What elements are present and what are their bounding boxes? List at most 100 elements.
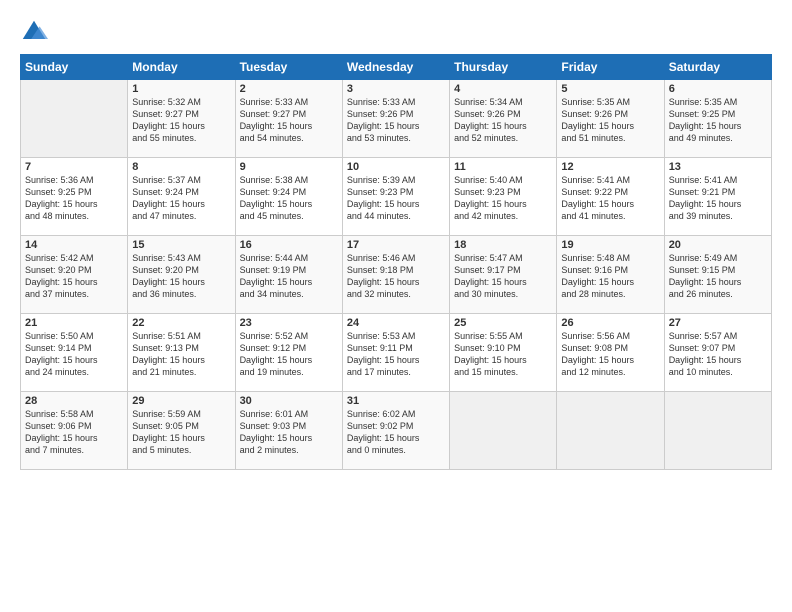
day-cell: 31Sunrise: 6:02 AMSunset: 9:02 PMDayligh… bbox=[342, 392, 449, 470]
day-info: Sunrise: 5:52 AMSunset: 9:12 PMDaylight:… bbox=[240, 330, 338, 379]
day-cell: 8Sunrise: 5:37 AMSunset: 9:24 PMDaylight… bbox=[128, 158, 235, 236]
day-info: Sunrise: 5:36 AMSunset: 9:25 PMDaylight:… bbox=[25, 174, 123, 223]
day-info: Sunrise: 6:02 AMSunset: 9:02 PMDaylight:… bbox=[347, 408, 445, 457]
day-number: 20 bbox=[669, 239, 767, 251]
week-row-2: 14Sunrise: 5:42 AMSunset: 9:20 PMDayligh… bbox=[21, 236, 772, 314]
day-number: 15 bbox=[132, 239, 230, 251]
day-cell: 21Sunrise: 5:50 AMSunset: 9:14 PMDayligh… bbox=[21, 314, 128, 392]
day-number: 16 bbox=[240, 239, 338, 251]
day-number: 2 bbox=[240, 83, 338, 95]
day-info: Sunrise: 5:53 AMSunset: 9:11 PMDaylight:… bbox=[347, 330, 445, 379]
week-row-3: 21Sunrise: 5:50 AMSunset: 9:14 PMDayligh… bbox=[21, 314, 772, 392]
logo-icon bbox=[20, 18, 48, 46]
day-number: 27 bbox=[669, 317, 767, 329]
day-info: Sunrise: 5:48 AMSunset: 9:16 PMDaylight:… bbox=[561, 252, 659, 301]
calendar-table: SundayMondayTuesdayWednesdayThursdayFrid… bbox=[20, 54, 772, 470]
day-number: 28 bbox=[25, 395, 123, 407]
header bbox=[20, 18, 772, 46]
col-header-thursday: Thursday bbox=[450, 55, 557, 80]
day-number: 23 bbox=[240, 317, 338, 329]
day-number: 10 bbox=[347, 161, 445, 173]
col-header-wednesday: Wednesday bbox=[342, 55, 449, 80]
day-number: 12 bbox=[561, 161, 659, 173]
day-cell: 7Sunrise: 5:36 AMSunset: 9:25 PMDaylight… bbox=[21, 158, 128, 236]
day-cell: 16Sunrise: 5:44 AMSunset: 9:19 PMDayligh… bbox=[235, 236, 342, 314]
day-info: Sunrise: 5:40 AMSunset: 9:23 PMDaylight:… bbox=[454, 174, 552, 223]
day-cell: 18Sunrise: 5:47 AMSunset: 9:17 PMDayligh… bbox=[450, 236, 557, 314]
day-info: Sunrise: 5:37 AMSunset: 9:24 PMDaylight:… bbox=[132, 174, 230, 223]
day-cell bbox=[450, 392, 557, 470]
day-info: Sunrise: 5:59 AMSunset: 9:05 PMDaylight:… bbox=[132, 408, 230, 457]
day-number: 31 bbox=[347, 395, 445, 407]
day-info: Sunrise: 5:50 AMSunset: 9:14 PMDaylight:… bbox=[25, 330, 123, 379]
day-number: 18 bbox=[454, 239, 552, 251]
day-number: 7 bbox=[25, 161, 123, 173]
col-header-sunday: Sunday bbox=[21, 55, 128, 80]
day-number: 1 bbox=[132, 83, 230, 95]
col-header-monday: Monday bbox=[128, 55, 235, 80]
day-cell: 25Sunrise: 5:55 AMSunset: 9:10 PMDayligh… bbox=[450, 314, 557, 392]
day-info: Sunrise: 5:47 AMSunset: 9:17 PMDaylight:… bbox=[454, 252, 552, 301]
week-row-4: 28Sunrise: 5:58 AMSunset: 9:06 PMDayligh… bbox=[21, 392, 772, 470]
day-number: 8 bbox=[132, 161, 230, 173]
day-cell: 11Sunrise: 5:40 AMSunset: 9:23 PMDayligh… bbox=[450, 158, 557, 236]
day-number: 6 bbox=[669, 83, 767, 95]
day-cell: 28Sunrise: 5:58 AMSunset: 9:06 PMDayligh… bbox=[21, 392, 128, 470]
day-info: Sunrise: 5:33 AMSunset: 9:27 PMDaylight:… bbox=[240, 96, 338, 145]
day-cell: 20Sunrise: 5:49 AMSunset: 9:15 PMDayligh… bbox=[664, 236, 771, 314]
day-info: Sunrise: 5:55 AMSunset: 9:10 PMDaylight:… bbox=[454, 330, 552, 379]
day-cell: 5Sunrise: 5:35 AMSunset: 9:26 PMDaylight… bbox=[557, 80, 664, 158]
day-cell: 10Sunrise: 5:39 AMSunset: 9:23 PMDayligh… bbox=[342, 158, 449, 236]
logo bbox=[20, 18, 50, 46]
day-info: Sunrise: 6:01 AMSunset: 9:03 PMDaylight:… bbox=[240, 408, 338, 457]
day-number: 11 bbox=[454, 161, 552, 173]
day-cell: 1Sunrise: 5:32 AMSunset: 9:27 PMDaylight… bbox=[128, 80, 235, 158]
day-number: 9 bbox=[240, 161, 338, 173]
day-cell: 24Sunrise: 5:53 AMSunset: 9:11 PMDayligh… bbox=[342, 314, 449, 392]
day-info: Sunrise: 5:51 AMSunset: 9:13 PMDaylight:… bbox=[132, 330, 230, 379]
day-info: Sunrise: 5:44 AMSunset: 9:19 PMDaylight:… bbox=[240, 252, 338, 301]
day-cell: 3Sunrise: 5:33 AMSunset: 9:26 PMDaylight… bbox=[342, 80, 449, 158]
day-number: 22 bbox=[132, 317, 230, 329]
day-cell: 17Sunrise: 5:46 AMSunset: 9:18 PMDayligh… bbox=[342, 236, 449, 314]
day-number: 5 bbox=[561, 83, 659, 95]
day-number: 25 bbox=[454, 317, 552, 329]
day-number: 4 bbox=[454, 83, 552, 95]
day-number: 26 bbox=[561, 317, 659, 329]
day-cell bbox=[21, 80, 128, 158]
day-cell: 30Sunrise: 6:01 AMSunset: 9:03 PMDayligh… bbox=[235, 392, 342, 470]
day-number: 17 bbox=[347, 239, 445, 251]
day-info: Sunrise: 5:38 AMSunset: 9:24 PMDaylight:… bbox=[240, 174, 338, 223]
day-number: 19 bbox=[561, 239, 659, 251]
day-cell: 15Sunrise: 5:43 AMSunset: 9:20 PMDayligh… bbox=[128, 236, 235, 314]
day-number: 24 bbox=[347, 317, 445, 329]
day-cell: 4Sunrise: 5:34 AMSunset: 9:26 PMDaylight… bbox=[450, 80, 557, 158]
day-info: Sunrise: 5:56 AMSunset: 9:08 PMDaylight:… bbox=[561, 330, 659, 379]
day-info: Sunrise: 5:33 AMSunset: 9:26 PMDaylight:… bbox=[347, 96, 445, 145]
day-cell: 9Sunrise: 5:38 AMSunset: 9:24 PMDaylight… bbox=[235, 158, 342, 236]
day-number: 30 bbox=[240, 395, 338, 407]
day-info: Sunrise: 5:42 AMSunset: 9:20 PMDaylight:… bbox=[25, 252, 123, 301]
day-info: Sunrise: 5:35 AMSunset: 9:26 PMDaylight:… bbox=[561, 96, 659, 145]
day-cell: 27Sunrise: 5:57 AMSunset: 9:07 PMDayligh… bbox=[664, 314, 771, 392]
day-number: 29 bbox=[132, 395, 230, 407]
header-row: SundayMondayTuesdayWednesdayThursdayFrid… bbox=[21, 55, 772, 80]
day-info: Sunrise: 5:57 AMSunset: 9:07 PMDaylight:… bbox=[669, 330, 767, 379]
day-info: Sunrise: 5:32 AMSunset: 9:27 PMDaylight:… bbox=[132, 96, 230, 145]
day-number: 3 bbox=[347, 83, 445, 95]
day-cell: 23Sunrise: 5:52 AMSunset: 9:12 PMDayligh… bbox=[235, 314, 342, 392]
day-cell: 22Sunrise: 5:51 AMSunset: 9:13 PMDayligh… bbox=[128, 314, 235, 392]
day-info: Sunrise: 5:49 AMSunset: 9:15 PMDaylight:… bbox=[669, 252, 767, 301]
day-cell: 13Sunrise: 5:41 AMSunset: 9:21 PMDayligh… bbox=[664, 158, 771, 236]
day-cell: 19Sunrise: 5:48 AMSunset: 9:16 PMDayligh… bbox=[557, 236, 664, 314]
week-row-1: 7Sunrise: 5:36 AMSunset: 9:25 PMDaylight… bbox=[21, 158, 772, 236]
day-cell: 12Sunrise: 5:41 AMSunset: 9:22 PMDayligh… bbox=[557, 158, 664, 236]
day-info: Sunrise: 5:43 AMSunset: 9:20 PMDaylight:… bbox=[132, 252, 230, 301]
day-cell bbox=[557, 392, 664, 470]
col-header-saturday: Saturday bbox=[664, 55, 771, 80]
col-header-friday: Friday bbox=[557, 55, 664, 80]
day-info: Sunrise: 5:58 AMSunset: 9:06 PMDaylight:… bbox=[25, 408, 123, 457]
day-info: Sunrise: 5:34 AMSunset: 9:26 PMDaylight:… bbox=[454, 96, 552, 145]
day-cell: 26Sunrise: 5:56 AMSunset: 9:08 PMDayligh… bbox=[557, 314, 664, 392]
day-cell: 2Sunrise: 5:33 AMSunset: 9:27 PMDaylight… bbox=[235, 80, 342, 158]
